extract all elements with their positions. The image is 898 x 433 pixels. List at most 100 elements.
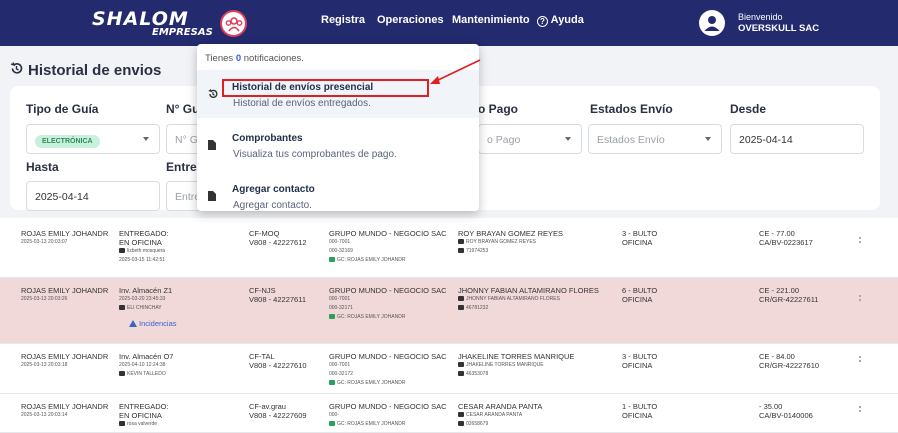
user-avatar-icon[interactable]: [699, 10, 725, 36]
tipo-guia-select[interactable]: ELECTRÓNICA: [26, 124, 160, 154]
estados-placeholder: Estados Envío: [597, 134, 665, 146]
chevron-down-icon: [705, 137, 711, 141]
amount: CE - 84.00: [759, 352, 795, 361]
receiver-sub: JHAKELINE TORRES MANRIQUE: [466, 362, 544, 368]
menu-item-title: Comprobantes: [232, 133, 303, 144]
guide-code: CF-NJS: [249, 286, 276, 295]
receiver-doc: 02658679: [466, 421, 489, 427]
nav-operaciones[interactable]: Operaciones: [377, 14, 444, 26]
receiver-doc: 46353078: [466, 371, 489, 377]
nav-ayuda[interactable]: ? Ayuda: [537, 14, 584, 27]
annotation-arrow-icon: [430, 59, 481, 84]
user-icon: [119, 305, 125, 311]
guide-number: V808 - 42227612: [249, 238, 307, 247]
amount: - 35.00: [759, 402, 783, 411]
page-title-text: Historial de envios: [28, 62, 162, 79]
amount: CE - 221.00: [759, 286, 800, 295]
guide-code: CF-MOQ: [249, 229, 280, 238]
desde-date-input[interactable]: 2025-04-14: [730, 124, 864, 154]
status-user: KEVIN TALLEDO: [127, 371, 166, 377]
status-label: ENTREGADO:: [119, 229, 169, 238]
receiver-name: JHONNY FABIAN ALTAMIRANO FLORES: [458, 286, 599, 295]
brand-logo[interactable]: SHALOM EMPRESAS: [92, 8, 252, 40]
sender-name: ROJAS EMILY JOHANDR: [21, 402, 109, 411]
notif-prefix: Tienes: [205, 53, 234, 64]
company-code1: 000-: [329, 412, 340, 418]
tipo-guia-value: ELECTRÓNICA: [35, 135, 100, 148]
table-row[interactable]: ROJAS EMILY JOHANDR 2025-03-13 20:03:07 …: [0, 218, 898, 278]
id-card-icon: [458, 371, 464, 377]
chevron-down-icon: [565, 137, 571, 141]
table-row[interactable]: ROJAS EMILY JOHANDR 2025-03-13 20:03:26 …: [0, 278, 898, 344]
table-row[interactable]: ROJAS EMILY JOHANDR 2025-03-13 20:03:18 …: [0, 344, 898, 394]
menu-item-comprobantes[interactable]: Comprobantes Visualiza tus comprobantes …: [197, 121, 479, 169]
id-card-icon: [458, 248, 464, 254]
pago-select[interactable]: o Pago: [478, 124, 582, 154]
nav-registra[interactable]: Registra: [321, 14, 365, 26]
tipo-guia-label: Tipo de Guía: [26, 102, 99, 116]
incidencias-link[interactable]: Incidencias: [129, 319, 177, 328]
sender-date: 2025-03-13 20:03:18: [21, 362, 68, 368]
company-code2: 000-32171: [329, 305, 353, 311]
user-welcome[interactable]: Bienvenido OVERSKULL SAC: [738, 12, 819, 34]
receiver-name: ROY BRAYAN GOMEZ REYES: [458, 229, 564, 238]
n-guia-label: N° Gu: [166, 102, 200, 116]
payment-doc: CA/BV-0223617: [759, 238, 813, 247]
id-card-icon: [458, 421, 464, 427]
menu-item-agregar-contacto[interactable]: Agregar contacto Agregar contacto.: [197, 172, 479, 211]
more-options-icon[interactable]: [859, 406, 861, 412]
status-label: ENTREGADO:: [119, 402, 169, 411]
status-label: Inv. Almacén Z1: [119, 286, 173, 295]
menu-item-subtitle: Agregar contacto.: [233, 200, 312, 211]
sender-date: 2025-03-13 20:03:26: [21, 296, 68, 302]
user-icon: [458, 239, 464, 245]
company-code2: 000-32169: [329, 248, 353, 254]
quantity: 3 - BULTO: [622, 229, 658, 238]
nav-ayuda-label: Ayuda: [550, 14, 584, 26]
guide-code: CF-av.grau: [249, 402, 286, 411]
incidencias-label: Incidencias: [139, 319, 177, 328]
more-options-icon[interactable]: [859, 295, 861, 301]
user-icon: [119, 248, 125, 254]
desde-label: Desde: [730, 102, 767, 116]
sender-date: 2025-03-13 20:03:14: [21, 412, 68, 418]
company-code1: 000-7001: [329, 239, 351, 245]
status-detail: 2025-04-10 12:24:38: [119, 362, 166, 368]
status-detail: EN OFICINA: [119, 238, 162, 247]
user-icon: [119, 371, 125, 377]
payment-doc: CR/GR-42227610: [759, 361, 820, 370]
notif-suffix: notificaciones.: [243, 53, 304, 64]
guide-number: V808 - 42227610: [249, 361, 307, 370]
user-icon: [119, 421, 125, 427]
quantity: 3 - BULTO: [622, 352, 658, 361]
company-name: GRUPO MUNDO - NEGOCIO SAC: [329, 352, 447, 361]
more-options-icon[interactable]: [859, 237, 861, 243]
company-code1: 000-7001: [329, 362, 351, 368]
delivery-type: OFICINA: [622, 295, 653, 304]
id-card-icon: [458, 305, 464, 311]
guide-code: CF-TAL: [249, 352, 275, 361]
warning-icon: [129, 320, 137, 327]
notifications-summary: Tienes 0 notificaciones.: [205, 53, 304, 64]
nav-mantenimiento[interactable]: Mantenimiento: [452, 14, 530, 26]
guide-number: V808 - 42227611: [249, 295, 306, 304]
estados-select[interactable]: Estados Envío: [588, 124, 722, 154]
gc-label: GC: ROJAS EMILY JOHANDR: [337, 421, 406, 427]
notif-count: 0: [235, 53, 242, 64]
status-user: lizbeth mosquera: [127, 248, 166, 254]
gc-icon: [329, 257, 335, 263]
menu-item-subtitle: Historial de envíos entregados.: [233, 98, 371, 109]
status-label: Inv. Almacén O7: [119, 352, 174, 361]
estados-label: Estados Envío: [590, 102, 673, 116]
brand-people-icon: [220, 10, 247, 37]
hasta-date-input[interactable]: 2025-04-14: [26, 181, 160, 211]
payment-doc: CA/BV-0140006: [759, 411, 813, 420]
chevron-down-icon: [143, 137, 149, 141]
menu-item-subtitle: Visualiza tus comprobantes de pago.: [233, 149, 397, 160]
menu-item-title: Agregar contacto: [232, 184, 315, 195]
table-row[interactable]: ROJAS EMILY JOHANDR 2025-03-13 20:03:14 …: [0, 394, 898, 433]
top-navbar: SHALOM EMPRESAS Registra Operaciones Man…: [0, 0, 898, 46]
more-options-icon[interactable]: [859, 356, 861, 362]
receiver-sub: JHONNY FABIAN ALTAMIRANO FLORES: [466, 296, 560, 302]
receiver-sub: ROY BRAYAN GOMEZ REYES: [466, 239, 537, 245]
